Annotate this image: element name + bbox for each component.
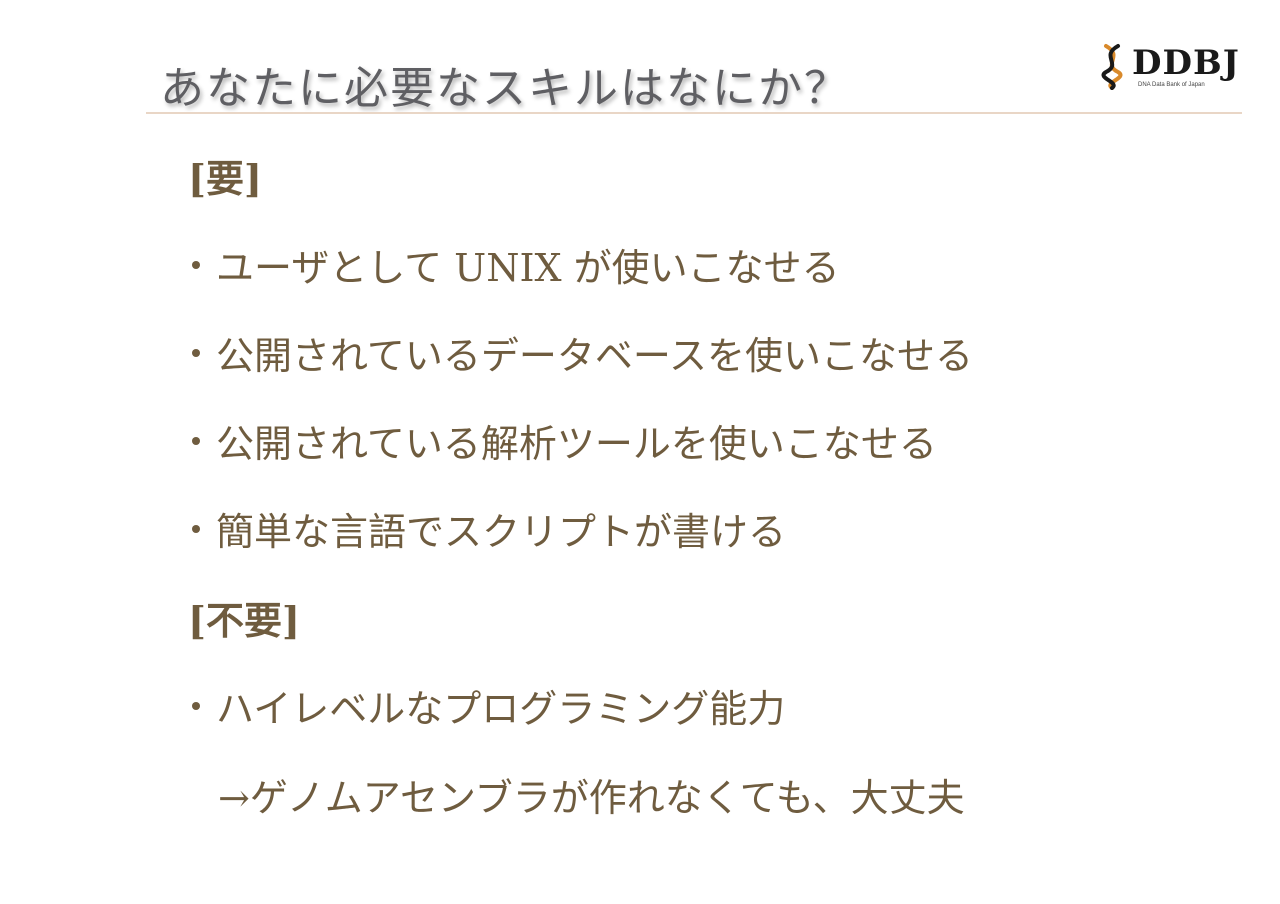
bullet-icon <box>192 348 200 357</box>
section-heading-required: [要] <box>188 156 262 201</box>
bullet-icon <box>192 524 200 533</box>
ddbj-logo: DDBJ DNA Data Bank of Japan <box>1098 42 1240 94</box>
list-item: 簡単な言語でスクリプトが書ける <box>192 501 786 556</box>
slide-title: あなたに必要なスキルはなにか？ <box>160 63 850 114</box>
list-item: 公開されているデータベースを使いこなせる <box>192 325 973 380</box>
list-item-text: ハイレベルなプログラミング能力 <box>216 687 786 731</box>
slide: あなたに必要なスキルはなにか？ DDBJ DNA Data Bank of Ja… <box>0 0 1280 904</box>
list-item: ユーザとして UNIX が使いこなせる <box>192 237 840 292</box>
bullet-icon <box>192 701 200 710</box>
list-item-text: 公開されているデータベースを使いこなせる <box>216 334 973 378</box>
list-item-text: 公開されている解析ツールを使いこなせる <box>216 422 937 466</box>
note-text: →ゲノムアセンブラが作れなくても、大丈夫 <box>218 776 965 820</box>
list-item-text: ユーザとして UNIX が使いこなせる <box>216 246 840 290</box>
title-divider <box>146 112 1242 114</box>
section-heading-not-required: [不要] <box>188 598 300 643</box>
dna-helix-icon <box>1101 44 1123 90</box>
bullet-icon <box>192 260 200 269</box>
logo-text: DDBJ <box>1132 43 1240 83</box>
list-item-text: 簡単な言語でスクリプトが書ける <box>216 510 787 554</box>
list-item: 公開されている解析ツールを使いこなせる <box>192 413 937 468</box>
bullet-icon <box>192 436 200 445</box>
list-item: ハイレベルなプログラミング能力 <box>192 678 785 733</box>
logo-subtitle: DNA Data Bank of Japan <box>1138 82 1205 88</box>
